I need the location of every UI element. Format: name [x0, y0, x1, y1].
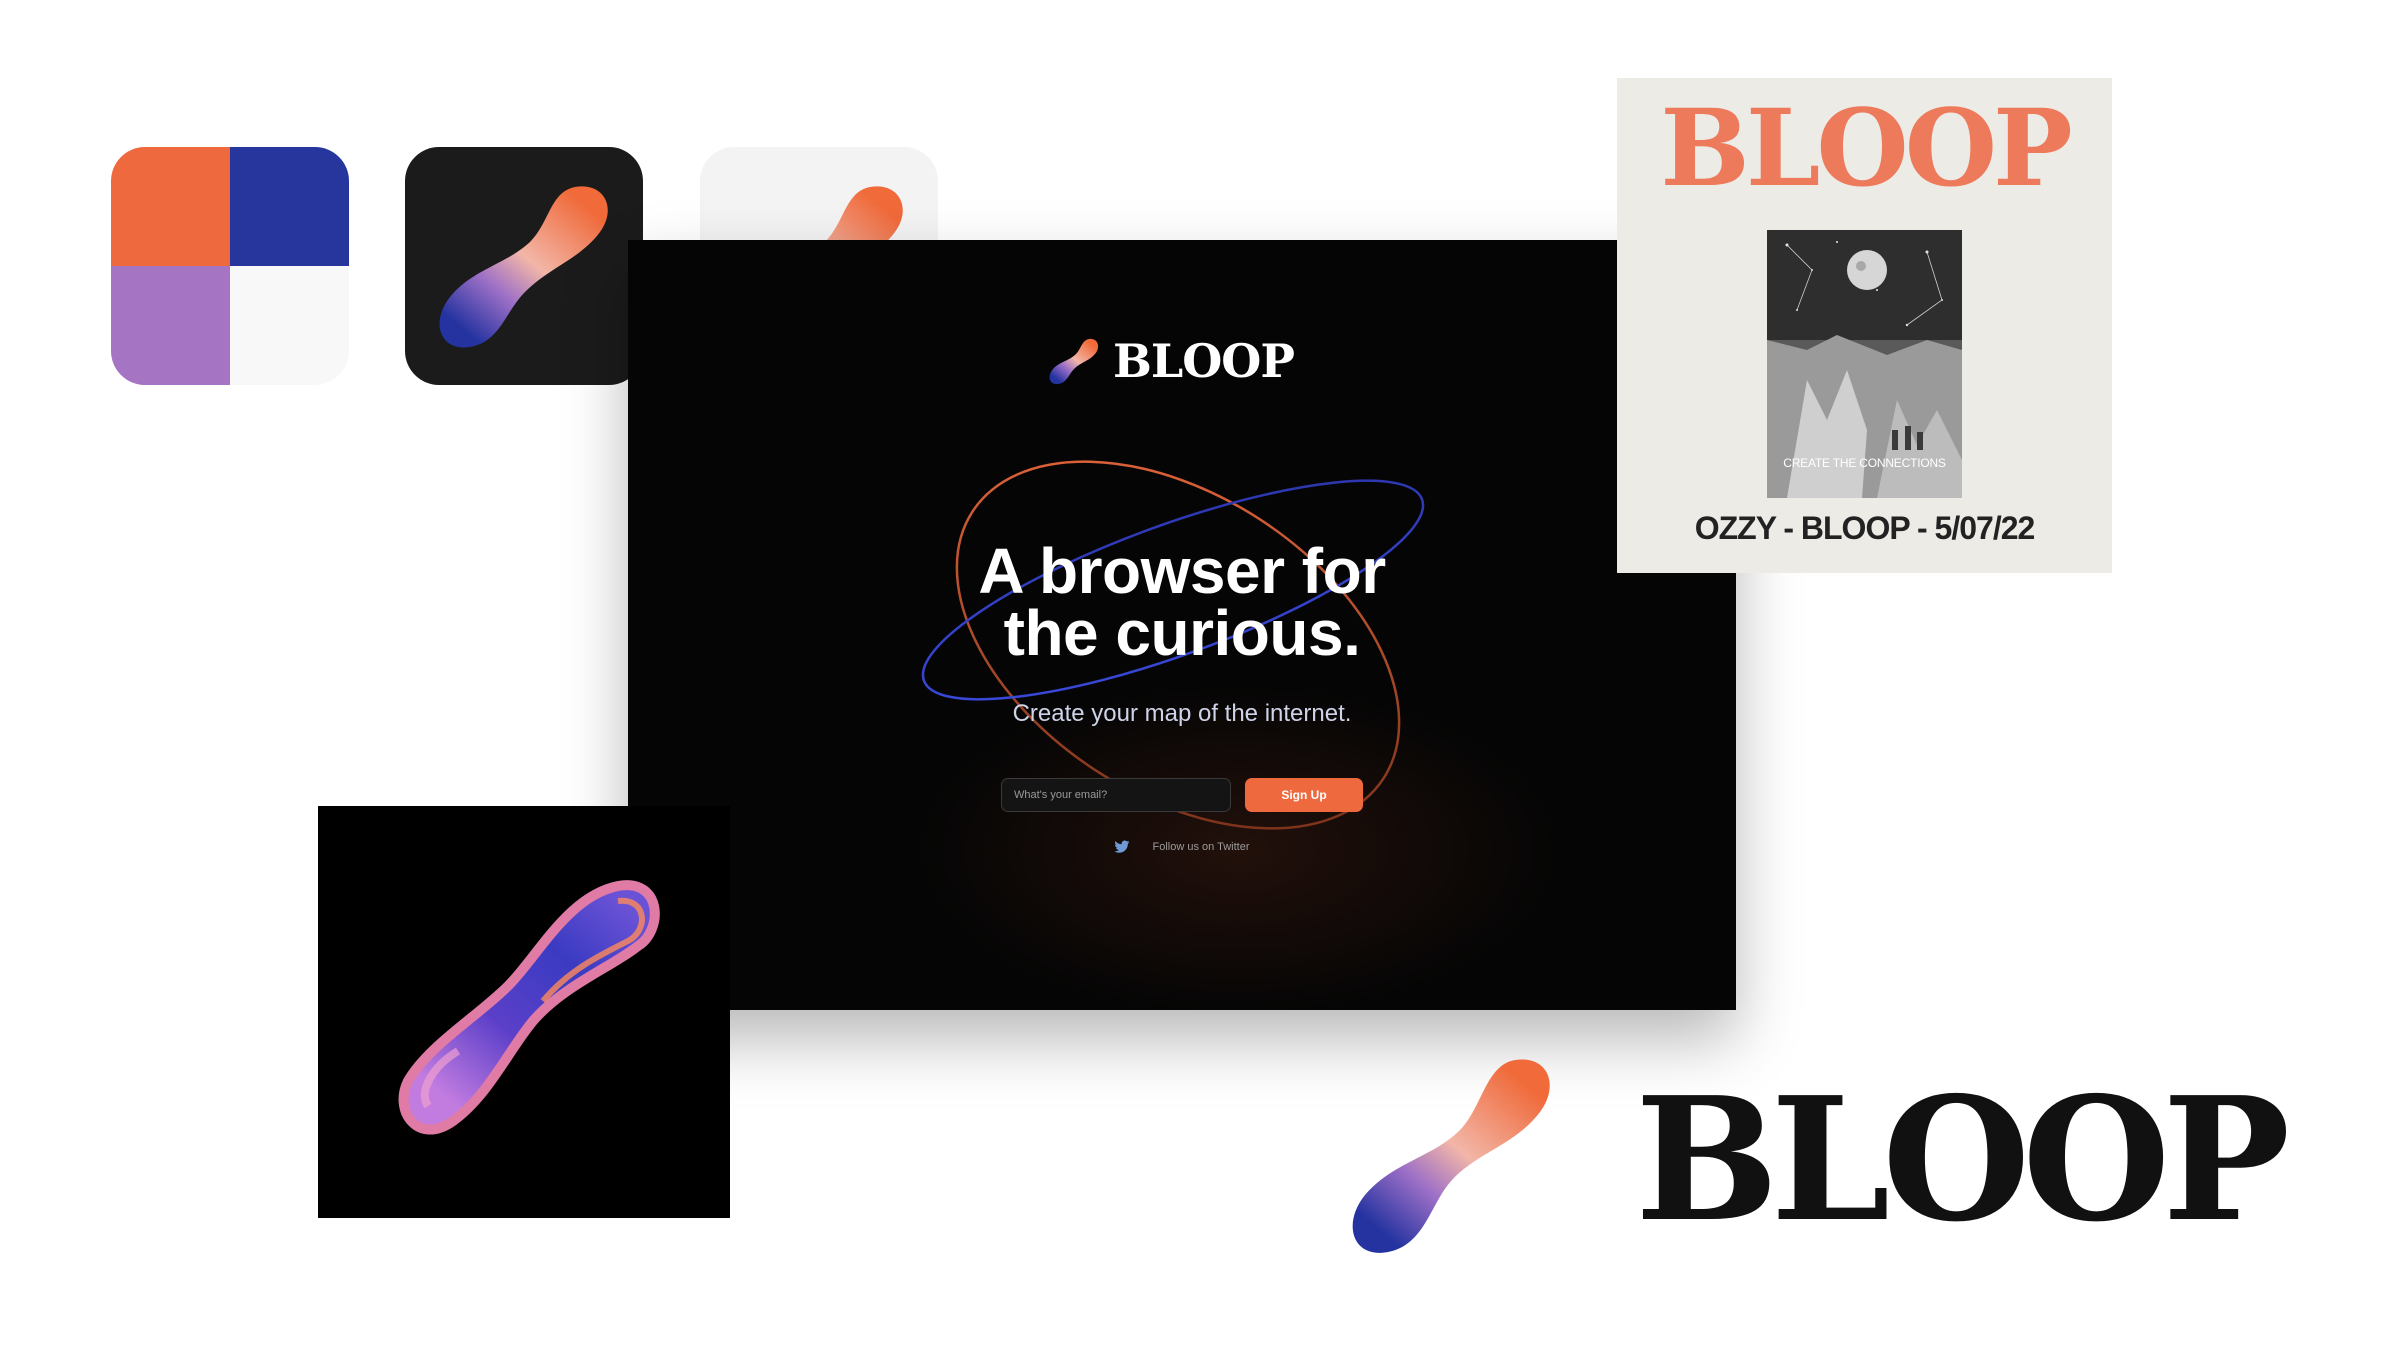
grid-quadrant-blue [230, 147, 349, 266]
bloop-3d-render [318, 806, 730, 1218]
bloop-wordmark: BLOOP [1635, 1060, 2290, 1260]
poster-tagline: CREATE THE CONNECTIONS [1783, 456, 1946, 470]
hero-headline: A browser for the curious. [628, 535, 1736, 669]
poster-title: BLOOP [1660, 85, 2073, 210]
bloop-mark-dark-icon [405, 147, 643, 385]
hero-subheadline: Create your map of the internet. [1012, 700, 1352, 727]
website-mockup: BLOOP A browser for the curious. Create … [628, 240, 1736, 1010]
site-logo[interactable]: BLOOP [1043, 328, 1295, 394]
twitter-icon [1114, 840, 1130, 853]
event-poster: BLOOP CREATE THE CONNECTIONS OZZY - BLOO… [1617, 78, 2112, 573]
hero-headline-line2: the curious. [1003, 597, 1361, 669]
hero-headline-line1: A browser for [978, 535, 1386, 607]
poster-footer: OZZY - BLOOP - 5/07/22 [1694, 510, 2036, 546]
twitter-follow-label: Follow us on Twitter [1152, 841, 1250, 853]
poster-artwork: CREATE THE CONNECTIONS [1767, 230, 1962, 498]
glossy-blob-icon [398, 880, 660, 1135]
color-grid-icon [111, 147, 349, 385]
twitter-follow-link[interactable]: Follow us on Twitter [628, 840, 1736, 854]
grid-quadrant-white [230, 266, 349, 385]
grid-quadrant-purple [111, 266, 230, 385]
site-logo-text: BLOOP [1113, 334, 1295, 388]
email-input[interactable] [1001, 778, 1231, 812]
grid-quadrant-orange [111, 147, 230, 266]
bloop-logo-icon [1049, 338, 1099, 385]
sign-up-button[interactable]: Sign Up [1245, 778, 1363, 812]
bloop-mark-large-icon [1330, 1040, 1570, 1280]
